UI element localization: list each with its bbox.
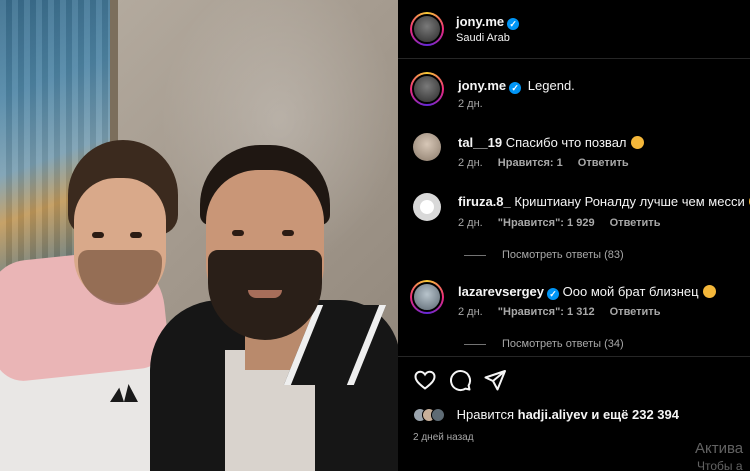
post-timestamp: 2 дней назад: [413, 432, 474, 443]
author-avatar[interactable]: [410, 12, 444, 46]
activation-watermark-line1: Актива: [695, 440, 744, 457]
comment-2-meta: 2 дн. "Нравится": 1 929 Ответить: [458, 217, 672, 229]
comment-text: Криштиану Роналду лучше чем месси: [514, 194, 745, 209]
view-replies-label[interactable]: Посмотреть ответы (83): [502, 249, 624, 261]
person-right-eye: [282, 230, 294, 236]
replies-line: [464, 254, 486, 256]
person-right-eye: [232, 230, 244, 236]
author-name[interactable]: jony.me: [456, 14, 504, 29]
comment-likes[interactable]: Нравится: 1: [498, 157, 563, 169]
comment-avatar[interactable]: [413, 193, 441, 221]
view-replies-button[interactable]: Посмотреть ответы (83): [464, 249, 624, 261]
verified-icon: ✓: [547, 288, 560, 300]
comment-time: 2 дн.: [458, 217, 483, 229]
caption-time: 2 дн.: [458, 98, 483, 110]
comment-time: 2 дн.: [458, 306, 483, 318]
comment-username[interactable]: tal__19: [458, 135, 502, 150]
comment-3-meta: 2 дн. "Нравится": 1 312 Ответить: [458, 306, 672, 318]
comment-icon[interactable]: [448, 368, 472, 392]
likes-prefix: Нравится: [456, 407, 514, 422]
comment-text: Спасибо что позвал: [505, 135, 627, 150]
liker-username[interactable]: hadji.aliyev: [518, 407, 588, 422]
person-right-mouth: [248, 290, 282, 298]
caption-username[interactable]: jony.me: [458, 78, 506, 93]
comment-username[interactable]: lazarevsergey: [458, 284, 544, 299]
caption-line: jony.me ✓ Legend.: [458, 78, 575, 94]
person-left-eye: [130, 232, 142, 238]
person-left-eye: [92, 232, 104, 238]
heart-icon[interactable]: [413, 368, 437, 392]
comment-1: tal__19 Спасибо что позвал: [458, 135, 644, 150]
liker-avatar: [431, 408, 445, 422]
post-location[interactable]: Saudi Arab: [456, 32, 510, 44]
comment-1-meta: 2 дн. Нравится: 1 Ответить: [458, 157, 641, 169]
post-photo[interactable]: [0, 0, 398, 471]
replies-line: [464, 343, 486, 345]
comment-username[interactable]: firuza.8_: [458, 194, 511, 209]
grinning-emoji-icon: [630, 136, 644, 149]
likes-count[interactable]: и ещё 232 394: [591, 407, 679, 422]
comment-avatar[interactable]: [410, 280, 444, 314]
caption-text: Legend.: [527, 78, 575, 93]
comment-likes[interactable]: "Нравится": 1 929: [498, 217, 595, 229]
verified-icon: ✓: [509, 82, 522, 94]
header-divider: [398, 58, 750, 59]
comment-text: Ооо мой брат близнец: [562, 284, 699, 299]
comment-2: firuza.8_ Криштиану Роналду лучше чем ме…: [458, 194, 750, 209]
comment-time: 2 дн.: [458, 157, 483, 169]
reply-button[interactable]: Ответить: [578, 157, 629, 169]
laughing-emoji-icon: [702, 285, 716, 298]
likes-summary[interactable]: Нравится hadji.aliyev и ещё 232 394: [413, 407, 679, 422]
caption-avatar[interactable]: [410, 72, 444, 106]
verified-icon: ✓: [507, 18, 520, 30]
comment-likes[interactable]: "Нравится": 1 312: [498, 306, 595, 318]
reply-button[interactable]: Ответить: [610, 217, 661, 229]
reply-button[interactable]: Ответить: [610, 306, 661, 318]
view-replies-label[interactable]: Посмотреть ответы (34): [502, 338, 624, 350]
actions-divider: [398, 356, 750, 357]
view-replies-button[interactable]: Посмотреть ответы (34): [464, 338, 624, 350]
send-icon[interactable]: [483, 368, 507, 392]
post-sidebar: [398, 0, 750, 471]
comment-avatar[interactable]: [413, 133, 441, 161]
author-username[interactable]: jony.me ✓: [456, 14, 520, 30]
comment-3: lazarevsergey ✓ Ооо мой брат близнец: [458, 284, 716, 300]
activation-watermark-line2: Чтобы а: [697, 459, 743, 471]
